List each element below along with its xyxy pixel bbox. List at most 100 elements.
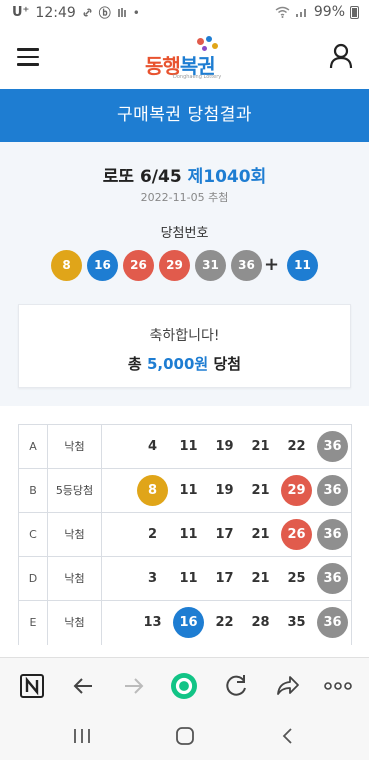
signal-icon — [295, 9, 306, 17]
matched-number-ball: 26 — [281, 519, 312, 550]
home-circle-icon[interactable] — [169, 671, 199, 701]
ticket-number: 25 — [287, 571, 306, 586]
ticket-result: 낙첨 — [48, 601, 102, 645]
ticket-numbers: 13 16 22 28 35 36 — [102, 601, 351, 645]
ticket-line-label: D — [19, 557, 48, 601]
matched-number-ball: 36 — [317, 519, 348, 550]
prize-suffix: 당첨 — [213, 355, 242, 373]
game-label: 로또 6/45 — [102, 167, 182, 187]
winning-ball: 16 — [87, 250, 118, 281]
draw-section: 로또 6/45 제1040회 2022-11-05 추첨 당첨번호 + 8 16 2… — [0, 142, 369, 406]
ticket-result: 5등당첨 — [48, 469, 102, 513]
spacer — [0, 645, 369, 657]
ticket-line-label: B — [19, 469, 48, 513]
prize-prefix: 총 — [127, 355, 142, 373]
carrier-label: U⁺ — [12, 5, 30, 20]
ticket-number: 22 — [215, 615, 234, 630]
logo-dot-blue — [206, 36, 212, 42]
winning-ball: 36 — [231, 250, 262, 281]
ticket-number: 28 — [251, 615, 270, 630]
winning-ball: 8 — [51, 250, 82, 281]
ticket-numbers: 8 11 19 21 29 36 — [102, 469, 351, 513]
winning-ball: 31 — [195, 250, 226, 281]
ticket-table: A 낙첨 4 11 19 21 22 36 B 5등당첨 8 11 19 21 29 36 C 낙첨 2 11 17 21… — [18, 424, 352, 646]
home-icon[interactable] — [173, 726, 197, 746]
ticket-number: 22 — [287, 439, 306, 454]
dot-icon: • — [132, 5, 140, 20]
logo[interactable]: 동행복권 Donghaeng Lottery — [145, 36, 225, 80]
clock: 12:49 — [35, 4, 76, 21]
ticket-number: 19 — [215, 439, 234, 454]
menu-icon[interactable] — [17, 48, 39, 66]
matched-number-ball: 36 — [317, 607, 348, 638]
b-icon: ⓑ — [98, 6, 111, 20]
logo-dot-red — [197, 38, 204, 45]
ticket-number: 11 — [179, 571, 198, 586]
app-header: 동행복권 Donghaeng Lottery — [0, 26, 369, 89]
ticket-line-label: C — [19, 513, 48, 557]
ticket-number: 21 — [251, 439, 270, 454]
ticket-number: 3 — [147, 571, 158, 586]
battery-icon — [350, 5, 359, 19]
battery-percent: 99% — [313, 4, 345, 20]
forward-arrow-icon[interactable] — [119, 671, 149, 701]
ticket-row: A 낙첨 4 11 19 21 22 36 — [19, 425, 351, 469]
ticket-number: 11 — [179, 483, 198, 498]
ticket-number: 17 — [215, 571, 234, 586]
matched-number-ball: 8 — [137, 475, 168, 506]
bonus-plus: + — [264, 254, 280, 275]
ticket-row: C 낙첨 2 11 17 21 26 36 — [19, 513, 351, 557]
matched-number-ball: 36 — [317, 563, 348, 594]
status-bar: U⁺ 12:49 ⓑ • 99% — [0, 0, 369, 26]
ticket-line-label: E — [19, 601, 48, 645]
naver-icon[interactable] — [17, 671, 47, 701]
ticket-number: 35 — [287, 615, 306, 630]
ticket-number: 17 — [215, 527, 234, 542]
back-arrow-icon[interactable] — [68, 671, 98, 701]
ticket-row: D 낙첨 3 11 17 21 25 36 — [19, 557, 351, 601]
ticket-result: 낙첨 — [48, 557, 102, 601]
winning-numbers-label: 당첨번호 — [160, 226, 209, 241]
more-icon[interactable] — [323, 671, 353, 701]
prize-amount: 5,000원 — [146, 355, 209, 373]
share-icon[interactable] — [272, 671, 302, 701]
notification-icon — [117, 7, 126, 17]
ticket-numbers: 3 11 17 21 25 36 — [102, 557, 351, 601]
recent-apps-icon[interactable] — [70, 726, 94, 746]
ticket-line-label: A — [19, 425, 48, 469]
browser-toolbar — [0, 657, 369, 713]
ticket-numbers: 2 11 17 21 26 36 — [102, 513, 351, 557]
matched-number-ball: 16 — [173, 607, 204, 638]
logo-subtitle: Donghaeng Lottery — [173, 74, 222, 80]
ticket-number: 11 — [179, 439, 198, 454]
winning-ball: 29 — [159, 250, 190, 281]
result-card: 축하합니다! 총 5,000원 당첨 — [18, 304, 351, 388]
ticket-result: 낙첨 — [48, 425, 102, 469]
ticket-number: 2 — [147, 527, 158, 542]
ticket-result: 낙첨 — [48, 513, 102, 557]
bonus-ball: 11 — [287, 250, 318, 281]
ticket-row: E 낙첨 13 16 22 28 35 36 — [19, 601, 351, 645]
winning-numbers: + 8 16 26 29 31 36 11 — [0, 250, 369, 282]
prize-summary: 총 5,000원 당첨 — [19, 353, 350, 374]
user-icon[interactable] — [329, 43, 353, 69]
wifi-icon — [275, 6, 290, 18]
ticket-number: 21 — [251, 571, 270, 586]
system-nav-bar — [0, 713, 369, 760]
ticket-row: B 5등당첨 8 11 19 21 29 36 — [19, 469, 351, 513]
ticket-number: 13 — [143, 615, 162, 630]
ticket-number: 11 — [179, 527, 198, 542]
ticket-number: 4 — [147, 439, 158, 454]
refresh-icon[interactable] — [221, 671, 251, 701]
matched-number-ball: 29 — [281, 475, 312, 506]
winning-ball: 26 — [123, 250, 154, 281]
round-label: 제1040회 — [187, 167, 267, 187]
draw-title: 로또 6/45 제1040회 — [0, 162, 369, 187]
ticket-number: 19 — [215, 483, 234, 498]
ticket-number: 21 — [251, 527, 270, 542]
ticket-number: 21 — [251, 483, 270, 498]
back-icon[interactable] — [276, 726, 300, 746]
draw-date: 2022-11-05 추첨 — [140, 191, 229, 204]
page-title: 구매복권 당첨결과 — [0, 89, 369, 142]
result-message: 축하합니다! — [149, 328, 220, 344]
